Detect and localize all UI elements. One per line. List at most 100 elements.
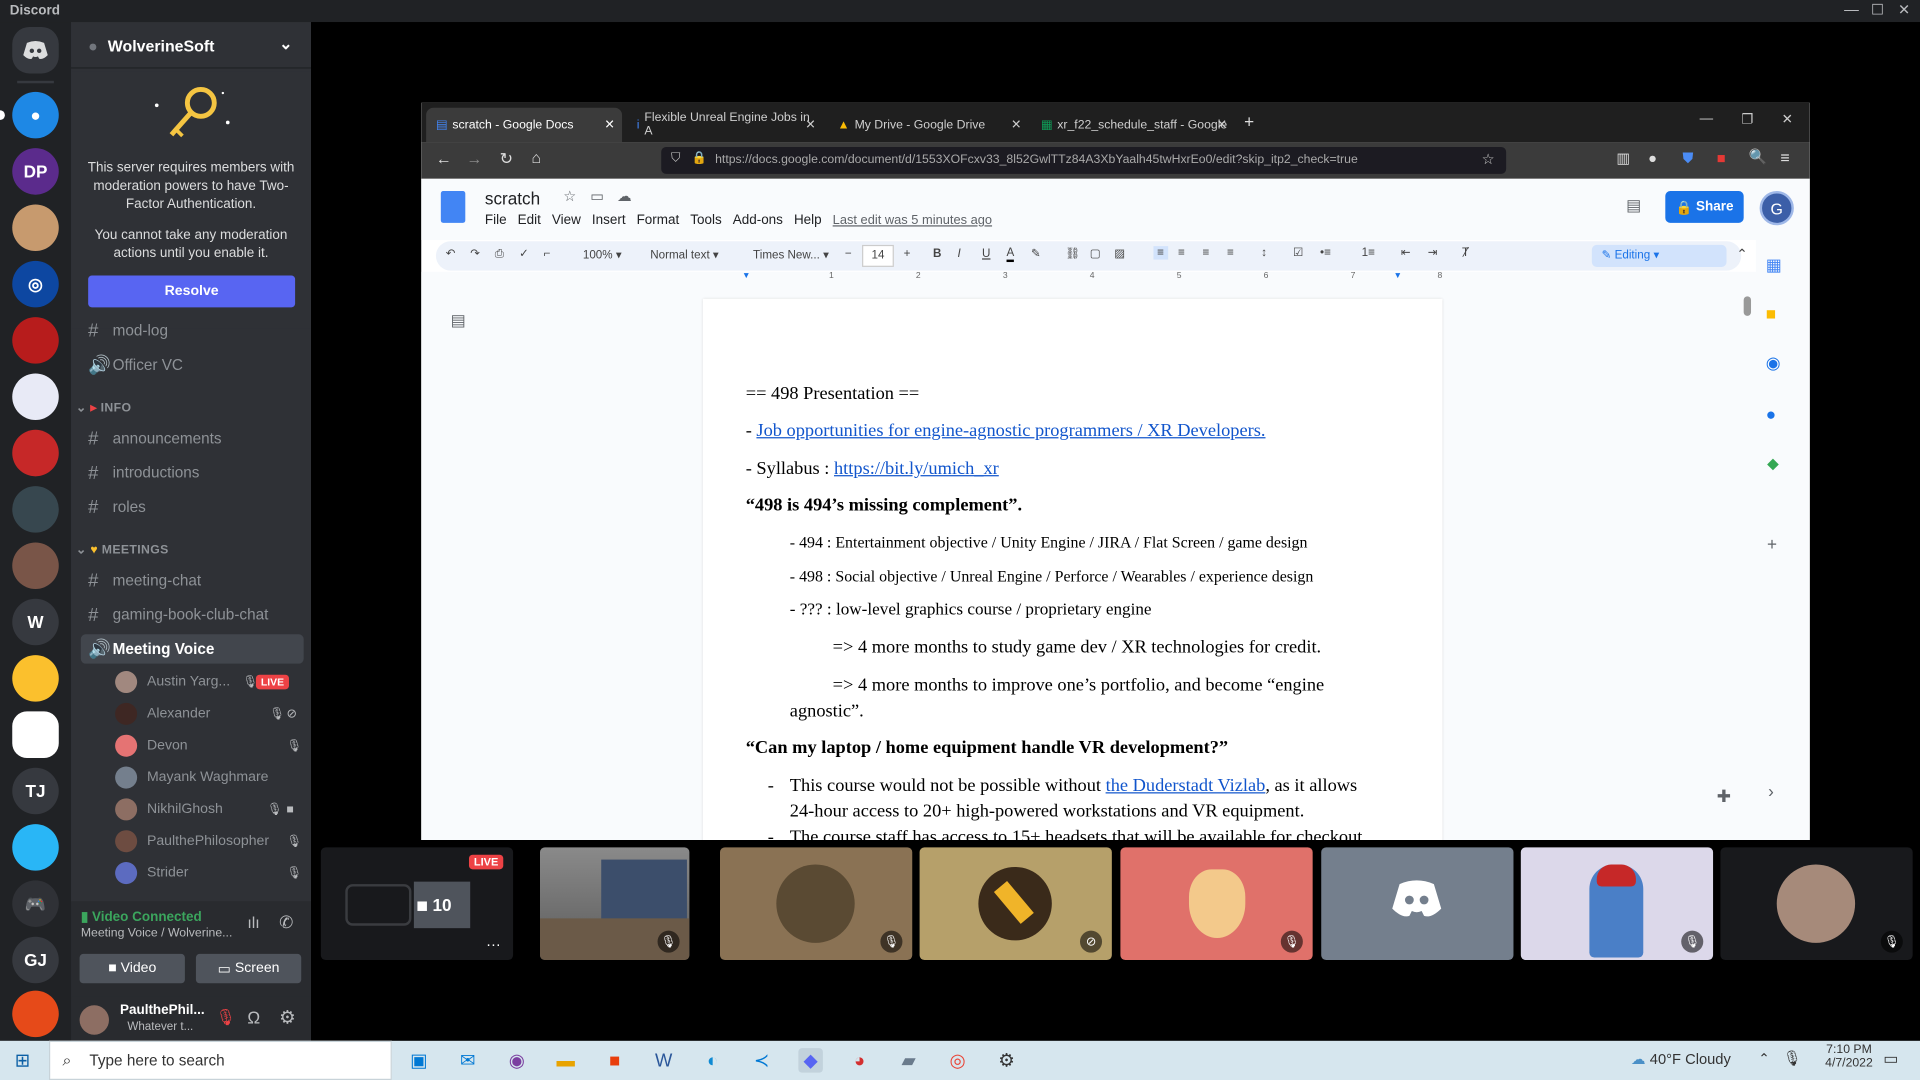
- avatar-tile[interactable]: [1321, 847, 1514, 961]
- undo-icon[interactable]: ↶: [446, 247, 456, 260]
- explore-icon[interactable]: ✚: [1717, 786, 1731, 807]
- link-icon[interactable]: ⛓: [1065, 247, 1080, 260]
- decrease-indent-icon[interactable]: ⇤: [1401, 246, 1411, 259]
- server-icon-6[interactable]: [12, 373, 59, 421]
- outline-icon[interactable]: ▤: [451, 311, 466, 331]
- user-avatar[interactable]: [79, 1005, 109, 1035]
- menu-format[interactable]: Format: [637, 213, 680, 228]
- italic-icon[interactable]: I: [958, 247, 961, 260]
- media-icon[interactable]: ◕: [847, 1048, 871, 1072]
- bulleted-list-icon[interactable]: •≡: [1320, 246, 1331, 259]
- server-icon-11[interactable]: [12, 711, 59, 758]
- mail-icon[interactable]: ✉: [456, 1048, 480, 1072]
- server-icon-1[interactable]: ●: [12, 91, 59, 139]
- comment-icon[interactable]: ▢: [1090, 247, 1101, 260]
- avatar-tile[interactable]: ⊘: [919, 847, 1112, 961]
- voice-user[interactable]: Alexander 🎙 ⊘: [115, 700, 299, 727]
- zoom-search-icon[interactable]: 🔍: [1749, 148, 1767, 165]
- document-page[interactable]: == 498 Presentation == - Job opportuniti…: [702, 298, 1443, 841]
- move-folder-icon[interactable]: ▭: [590, 187, 604, 204]
- expand-panel-icon[interactable]: ›: [1768, 781, 1774, 801]
- account-avatar[interactable]: G: [1759, 191, 1794, 226]
- taskbar-search[interactable]: ⌕ Type here to search: [48, 1040, 392, 1080]
- maps-icon[interactable]: ⬥: [1767, 453, 1779, 474]
- style-select[interactable]: Normal text ▾: [650, 249, 719, 262]
- voice-user[interactable]: NikhilGhosh 🎙 ■: [115, 796, 299, 823]
- server-icon-2[interactable]: DP: [12, 148, 59, 195]
- server-icon-14[interactable]: [12, 990, 59, 1038]
- discord-home-icon[interactable]: [12, 26, 59, 74]
- win-minimize-icon[interactable]: —: [1700, 111, 1713, 126]
- server-icon-3[interactable]: [12, 204, 59, 252]
- forward-icon[interactable]: →: [467, 149, 483, 167]
- classroom-camera-tile[interactable]: 🎙: [540, 847, 690, 961]
- server-icon-8[interactable]: [12, 486, 59, 533]
- close-tab-icon[interactable]: ✕: [1011, 118, 1021, 131]
- settings-gear-icon[interactable]: ⚙: [279, 1007, 295, 1029]
- avatar-tile[interactable]: 🎙: [1520, 847, 1714, 961]
- menu-insert[interactable]: Insert: [592, 213, 626, 228]
- close-icon[interactable]: ✕: [1898, 1, 1910, 18]
- server-icon-5[interactable]: [12, 317, 59, 364]
- channel-gaming-book-club-chat[interactable]: # gaming-book-club-chat: [81, 600, 304, 629]
- server-gj[interactable]: GJ: [12, 936, 59, 984]
- menu-help[interactable]: Help: [794, 213, 822, 228]
- server-icon-12[interactable]: [12, 824, 59, 871]
- screen-share-button[interactable]: ▭ Screen: [195, 953, 302, 984]
- stream-preview-tile[interactable]: 10 LIVE ■ ···: [320, 847, 514, 961]
- notifications-icon[interactable]: ▭: [1883, 1049, 1898, 1069]
- url-bar[interactable]: ⛉ 🔒 https://docs.google.com/document/d/1…: [661, 146, 1507, 174]
- bold-icon[interactable]: B: [933, 247, 941, 260]
- win-restore-icon[interactable]: ❐: [1741, 111, 1753, 128]
- increase-size-icon[interactable]: +: [904, 247, 911, 260]
- syllabus-link[interactable]: https://bit.ly/umich_xr: [834, 459, 999, 479]
- maximize-icon[interactable]: ☐: [1871, 1, 1884, 18]
- word-icon[interactable]: W: [651, 1048, 675, 1072]
- editing-mode-select[interactable]: ✎ Editing ▾: [1591, 244, 1727, 267]
- clock[interactable]: 7:10 PM 4/7/2022: [1824, 1043, 1873, 1070]
- channel-roles[interactable]: # roles: [81, 492, 304, 521]
- home-icon[interactable]: ⌂: [531, 148, 541, 166]
- checklist-icon[interactable]: ☑: [1293, 246, 1303, 259]
- streamed-browser-window[interactable]: ▤ scratch - Google Docs ✕ i Flexible Unreal…: [421, 102, 1810, 841]
- extension-shield-icon[interactable]: ⛊: [1682, 149, 1693, 167]
- volume-mic-icon[interactable]: 🎙: [1783, 1049, 1802, 1066]
- extension-icon[interactable]: ■: [1717, 149, 1726, 166]
- justify-icon[interactable]: ≡: [1227, 246, 1234, 259]
- settings-icon[interactable]: ⚙: [994, 1048, 1018, 1072]
- channel-announcements[interactable]: # announcements: [81, 424, 304, 453]
- contacts-icon[interactable]: ●: [1766, 404, 1776, 424]
- windows-start-icon[interactable]: ⊞: [15, 1049, 30, 1072]
- tab-google-drive[interactable]: ▲ My Drive - Google Drive ✕: [828, 108, 1026, 142]
- store-icon[interactable]: ▣: [407, 1048, 431, 1072]
- voice-user[interactable]: PaulthePhilosopher 🎙: [115, 828, 302, 855]
- menu-edit[interactable]: Edit: [518, 213, 541, 228]
- menu-addons[interactable]: Add-ons: [733, 213, 783, 228]
- redo-icon[interactable]: ↷: [470, 247, 480, 260]
- server-tj[interactable]: TJ: [12, 767, 59, 815]
- docs-logo-icon[interactable]: [440, 191, 466, 223]
- minimize-icon[interactable]: —: [1844, 1, 1859, 18]
- increase-indent-icon[interactable]: ⇥: [1428, 246, 1438, 259]
- hamburger-menu-icon[interactable]: ≡: [1780, 148, 1789, 166]
- discord-taskbar-icon[interactable]: ◆: [798, 1048, 823, 1073]
- comments-icon[interactable]: ▤: [1626, 196, 1641, 216]
- voice-channel-name[interactable]: Meeting Voice / Wolverine...: [81, 927, 233, 940]
- back-icon[interactable]: ←: [436, 149, 452, 167]
- server-header[interactable]: ● WolverineSoft ⌄: [71, 22, 312, 69]
- paint-format-icon[interactable]: ⌐: [544, 247, 551, 260]
- jobs-link[interactable]: Job opportunities for engine-agnostic pr…: [756, 421, 1265, 441]
- avatar-tile[interactable]: 🎙: [1120, 847, 1313, 961]
- account-icon[interactable]: ●: [1648, 149, 1657, 166]
- share-button[interactable]: 🔒 Share: [1665, 191, 1744, 223]
- align-right-icon[interactable]: ≡: [1202, 246, 1209, 259]
- voice-user[interactable]: Strider 🎙: [115, 860, 302, 887]
- numbered-list-icon[interactable]: 1≡: [1362, 246, 1375, 259]
- win-close-icon[interactable]: ✕: [1782, 111, 1793, 128]
- weather-widget[interactable]: ☁ 40°F Cloudy: [1631, 1051, 1731, 1068]
- avatar-tile[interactable]: 🎙: [720, 847, 913, 961]
- doc-title[interactable]: scratch: [485, 189, 540, 209]
- headphones-icon[interactable]: Ω: [247, 1008, 260, 1028]
- zoom-select[interactable]: 100% ▾: [583, 249, 622, 262]
- align-left-icon[interactable]: ≡: [1153, 246, 1168, 260]
